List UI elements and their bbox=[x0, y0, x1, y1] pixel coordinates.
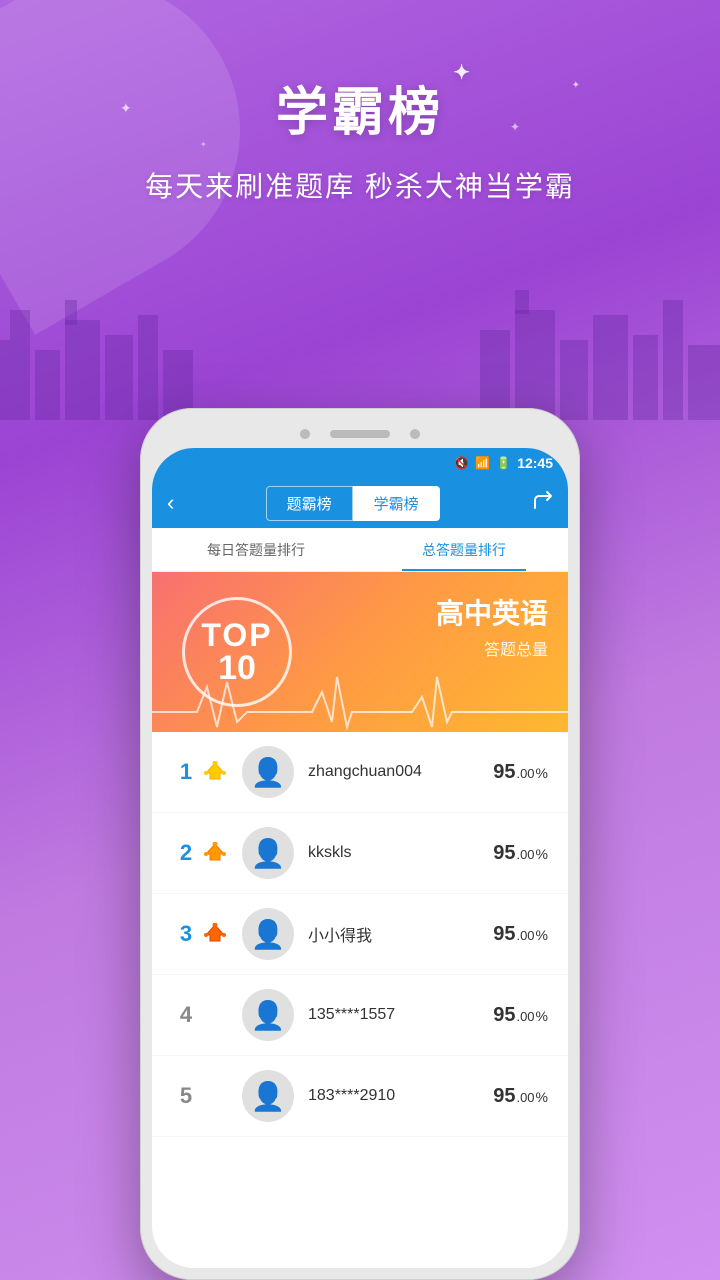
username-4: 135****1557 bbox=[308, 1006, 493, 1024]
nav-bar: ‹ 题霸榜 学霸榜 bbox=[152, 478, 568, 528]
username-1: zhangchuan004 bbox=[308, 763, 493, 781]
crown-icon-1 bbox=[202, 761, 228, 783]
score-unit-1: % bbox=[536, 765, 548, 781]
city-silhouette bbox=[0, 260, 720, 420]
status-bar: 🔇 📶 🔋 12:45 bbox=[152, 448, 568, 478]
app-screen: 🔇 📶 🔋 12:45 ‹ 题霸榜 学霸榜 bbox=[152, 448, 568, 1268]
rank-item-1: 1 👤 bbox=[152, 732, 568, 813]
score-4: 95 .00 % bbox=[493, 1004, 548, 1027]
tab-tiba[interactable]: 题霸榜 bbox=[266, 486, 353, 521]
score-decimal-1: .00 bbox=[516, 766, 534, 781]
crown-icon-2 bbox=[202, 842, 228, 864]
banner: TOP 10 高中英语 答题总量 bbox=[152, 572, 568, 732]
user-icon-4: 👤 bbox=[251, 999, 286, 1032]
avatar-5: 👤 bbox=[242, 1070, 294, 1122]
score-unit-5: % bbox=[536, 1089, 548, 1105]
no-crown-4 bbox=[202, 1004, 228, 1026]
score-main-2: 95 bbox=[493, 842, 515, 865]
avatar-4: 👤 bbox=[242, 989, 294, 1041]
score-main-1: 95 bbox=[493, 761, 515, 784]
rank-item-3: 3 👤 小小得我 bbox=[152, 894, 568, 975]
tab-xueba[interactable]: 学霸榜 bbox=[353, 486, 440, 521]
sub-tabs: 每日答题量排行 总答题量排行 bbox=[152, 528, 568, 572]
top-label: TOP bbox=[201, 619, 272, 651]
score-main-4: 95 bbox=[493, 1004, 515, 1027]
user-icon-1: 👤 bbox=[251, 756, 286, 789]
main-title: 学霸榜 bbox=[276, 70, 444, 145]
user-icon-2: 👤 bbox=[251, 837, 286, 870]
phone-top-bar bbox=[152, 420, 568, 448]
score-unit-4: % bbox=[536, 1008, 548, 1024]
nav-tabs: 题霸榜 学霸榜 bbox=[184, 486, 521, 521]
mute-icon: 🔇 bbox=[454, 456, 469, 470]
banner-subject: 高中英语 bbox=[436, 592, 548, 632]
user-icon-5: 👤 bbox=[251, 1080, 286, 1113]
leaderboard: 1 👤 bbox=[152, 732, 568, 1137]
rank-number-3: 3 bbox=[172, 921, 200, 947]
phone-camera bbox=[300, 429, 310, 439]
username-2: kkskls bbox=[308, 844, 493, 862]
heartbeat-wave bbox=[152, 672, 568, 732]
subtitle: 每天来刷准题库 秒杀大神当学霸 bbox=[0, 165, 720, 205]
score-unit-2: % bbox=[536, 846, 548, 862]
avatar-3: 👤 bbox=[242, 908, 294, 960]
sub-tab-daily[interactable]: 每日答题量排行 bbox=[152, 528, 360, 571]
status-time: 12:45 bbox=[517, 455, 553, 471]
banner-info: 高中英语 答题总量 bbox=[436, 592, 548, 660]
rank-number-1: 1 bbox=[172, 759, 200, 785]
phone-outer: 🔇 📶 🔋 12:45 ‹ 题霸榜 学霸榜 bbox=[140, 408, 580, 1280]
phone-camera-2 bbox=[410, 429, 420, 439]
rank-number-2: 2 bbox=[172, 840, 200, 866]
score-decimal-5: .00 bbox=[516, 1090, 534, 1105]
battery-icon: 🔋 bbox=[496, 456, 511, 470]
header-area: 学霸榜 每天来刷准题库 秒杀大神当学霸 bbox=[0, 0, 720, 205]
crown-icon-3 bbox=[202, 923, 228, 945]
score-2: 95 .00 % bbox=[493, 842, 548, 865]
score-decimal-2: .00 bbox=[516, 847, 534, 862]
score-decimal-3: .00 bbox=[516, 928, 534, 943]
share-icon bbox=[531, 489, 553, 511]
rank-number-5: 5 bbox=[172, 1083, 200, 1109]
signal-icon: 📶 bbox=[475, 456, 490, 470]
phone-mockup: 🔇 📶 🔋 12:45 ‹ 题霸榜 学霸榜 bbox=[140, 408, 580, 1280]
rank-number-4: 4 bbox=[172, 1002, 200, 1028]
score-decimal-4: .00 bbox=[516, 1009, 534, 1024]
score-main-3: 95 bbox=[493, 923, 515, 946]
user-icon-3: 👤 bbox=[251, 918, 286, 951]
score-unit-3: % bbox=[536, 927, 548, 943]
rank-item-4: 4 👤 135****1557 95 .00 % bbox=[152, 975, 568, 1056]
score-5: 95 .00 % bbox=[493, 1085, 548, 1108]
avatar-2: 👤 bbox=[242, 827, 294, 879]
username-5: 183****2910 bbox=[308, 1087, 493, 1105]
rank-item-2: 2 👤 kkskls bbox=[152, 813, 568, 894]
no-crown-5 bbox=[202, 1085, 228, 1107]
score-main-5: 95 bbox=[493, 1085, 515, 1108]
share-button[interactable] bbox=[531, 489, 553, 517]
sub-tab-total[interactable]: 总答题量排行 bbox=[360, 528, 568, 571]
back-button[interactable]: ‹ bbox=[167, 490, 174, 516]
phone-screen: 🔇 📶 🔋 12:45 ‹ 题霸榜 学霸榜 bbox=[152, 448, 568, 1268]
score-3: 95 .00 % bbox=[493, 923, 548, 946]
phone-speaker bbox=[330, 430, 390, 438]
username-3: 小小得我 bbox=[308, 922, 493, 946]
rank-item-5: 5 👤 183****2910 95 .00 % bbox=[152, 1056, 568, 1137]
score-1: 95 .00 % bbox=[493, 761, 548, 784]
avatar-1: 👤 bbox=[242, 746, 294, 798]
banner-subject-label: 答题总量 bbox=[436, 636, 548, 660]
